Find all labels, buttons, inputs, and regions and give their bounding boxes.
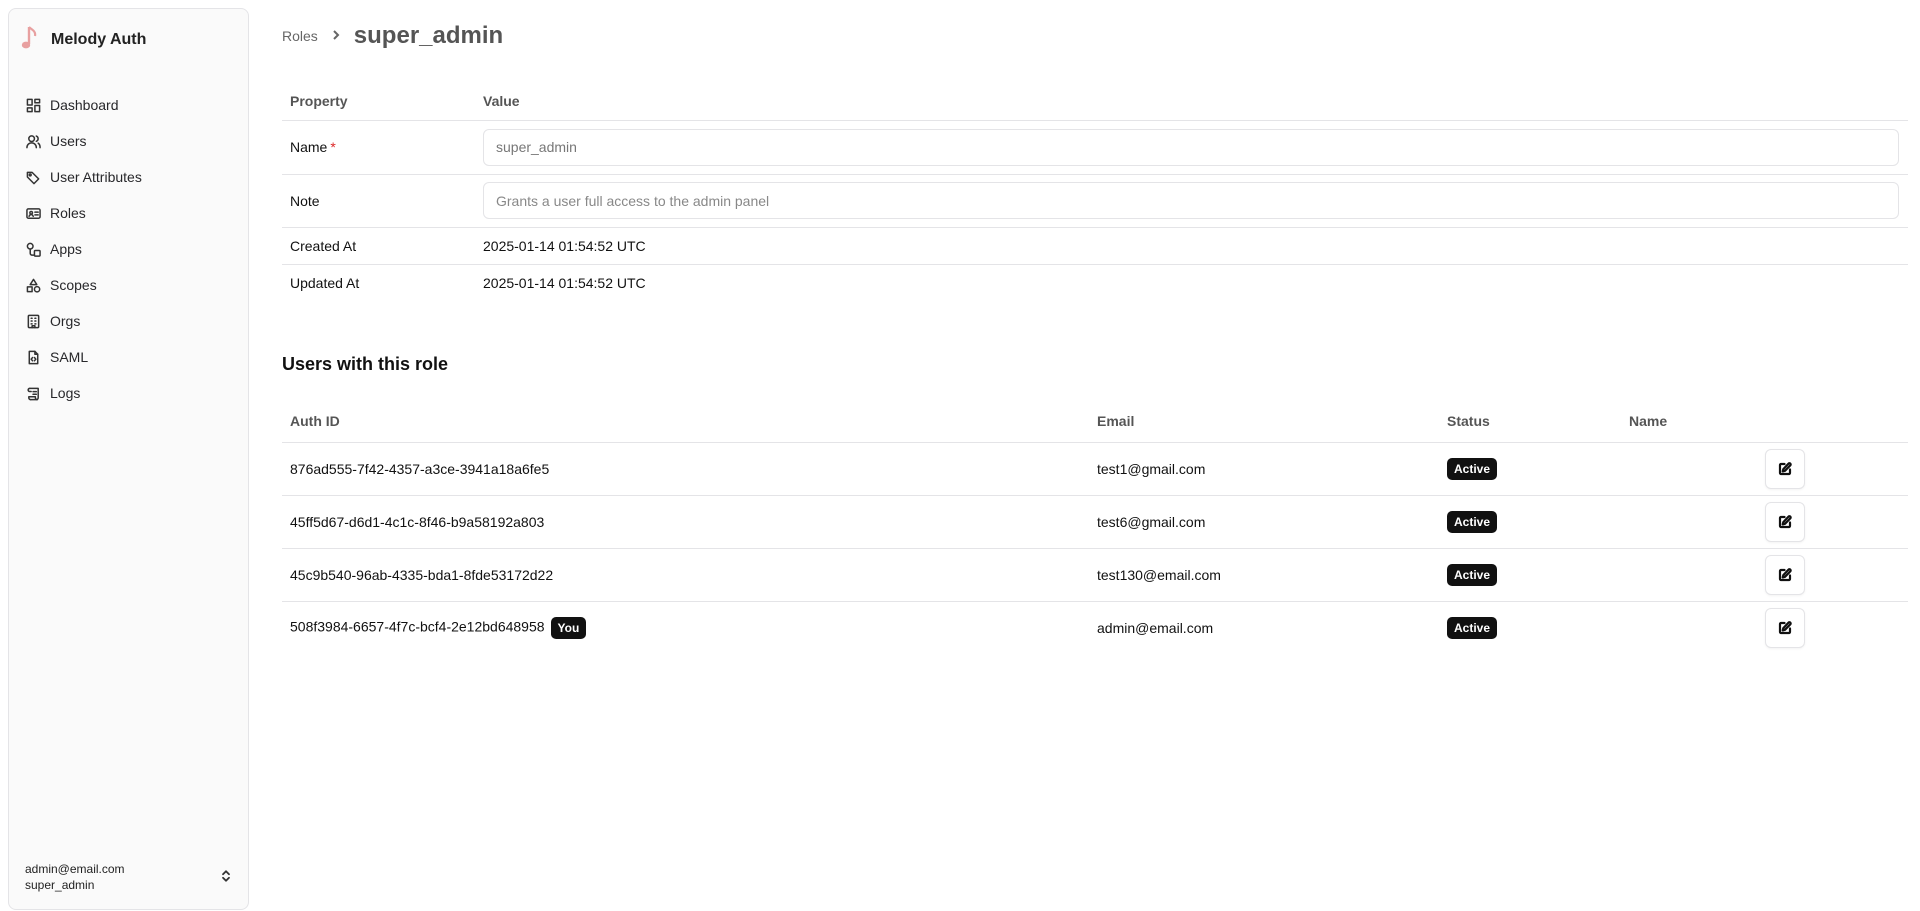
file-code-icon <box>25 349 41 365</box>
apps-icon <box>25 241 41 257</box>
edit-user-button[interactable] <box>1765 607 1805 648</box>
users-icon <box>25 133 41 149</box>
tag-icon <box>25 169 41 185</box>
id-card-icon <box>25 205 41 221</box>
page-title: super_admin <box>353 22 504 49</box>
actions-cell <box>1757 548 1908 602</box>
header-actions <box>1757 400 1908 443</box>
breadcrumb: Roles super_admin <box>282 22 503 50</box>
required-mark: * <box>330 139 336 155</box>
sidebar-item-label: Users <box>50 133 87 149</box>
section-title: Users with this role <box>282 354 449 374</box>
email-cell: test6@gmail.com <box>1089 495 1439 549</box>
table-row: 45c9b540-96ab-4335-bda1-8fde53172d22 tes… <box>282 548 1908 602</box>
edit-icon <box>1778 620 1792 635</box>
note-label: Note <box>282 174 475 228</box>
table-row: 45ff5d67-d6d1-4c1c-8f46-b9a58192a803 tes… <box>282 495 1908 549</box>
updated-at-label: Updated At <box>290 274 360 291</box>
edit-icon <box>1778 461 1792 476</box>
created-at-label: Created At <box>282 227 475 265</box>
header-status: Status <box>1439 400 1621 443</box>
sidebar-item-label: Scopes <box>50 277 97 293</box>
edit-icon <box>1778 567 1792 582</box>
sidebar-item-apps[interactable]: Apps <box>17 231 241 267</box>
name-cell <box>1621 495 1757 549</box>
shapes-icon <box>25 277 41 293</box>
dashboard-icon <box>25 97 41 113</box>
name-input[interactable] <box>483 128 1899 166</box>
actions-cell <box>1757 442 1908 496</box>
account-email: admin@email.com <box>25 862 125 876</box>
sidebar-item-label: Apps <box>50 241 82 257</box>
name-cell <box>1621 601 1757 654</box>
sidebar-item-logs[interactable]: Logs <box>17 375 241 411</box>
sidebar: Melody Auth Dashboard Users User Attribu… <box>8 8 249 910</box>
updated-at-value: 2025-01-14 01:54:52 UTC <box>483 274 646 291</box>
email-cell: test1@gmail.com <box>1089 442 1439 496</box>
header-value: Value <box>475 82 1908 121</box>
you-badge: You <box>550 616 587 639</box>
sidebar-item-label: SAML <box>50 349 89 365</box>
status-badge: Active <box>1447 563 1498 586</box>
sidebar-item-dashboard[interactable]: Dashboard <box>17 87 241 123</box>
music-note-icon <box>21 25 39 54</box>
status-badge: Active <box>1447 510 1498 533</box>
header-email: Email <box>1089 400 1439 443</box>
edit-user-button[interactable] <box>1765 554 1805 595</box>
status-cell: Active <box>1439 442 1621 496</box>
sidebar-nav: Dashboard Users User Attributes Roles Ap… <box>17 87 241 411</box>
status-cell: Active <box>1439 601 1621 654</box>
edit-icon <box>1778 514 1792 529</box>
edit-user-button[interactable] <box>1765 448 1805 489</box>
auth-id-cell: 508f3984-6657-4f7c-bcf4-2e12bd648958 You <box>282 601 1089 654</box>
sidebar-item-users[interactable]: Users <box>17 123 241 159</box>
actions-cell <box>1757 495 1908 549</box>
auth-id-cell: 45c9b540-96ab-4335-bda1-8fde53172d22 <box>282 548 1089 602</box>
actions-cell <box>1757 601 1908 654</box>
header-property: Property <box>282 82 475 121</box>
users-with-role-table: Auth ID Email Status Name 876ad555-7f42-… <box>282 400 1908 654</box>
breadcrumb-roles-link[interactable]: Roles <box>282 28 318 44</box>
app-name: Melody Auth <box>51 30 147 48</box>
sidebar-item-label: Dashboard <box>50 97 119 113</box>
auth-id-cell: 876ad555-7f42-4357-a3ce-3941a18a6fe5 <box>282 442 1089 496</box>
chevrons-up-down-icon <box>219 869 233 886</box>
table-row: 876ad555-7f42-4357-a3ce-3941a18a6fe5 tes… <box>282 442 1908 496</box>
sidebar-item-saml[interactable]: SAML <box>17 339 241 375</box>
created-at-value: 2025-01-14 01:54:52 UTC <box>475 227 1908 265</box>
status-badge: Active <box>1447 616 1498 639</box>
status-cell: Active <box>1439 495 1621 549</box>
sidebar-item-label: User Attributes <box>50 169 142 185</box>
note-input[interactable] <box>483 182 1899 219</box>
status-cell: Active <box>1439 548 1621 602</box>
sidebar-item-label: Roles <box>50 205 86 221</box>
scroll-icon <box>25 385 41 401</box>
chevron-right-icon <box>330 28 342 44</box>
account-role: super_admin <box>25 878 95 892</box>
header-name: Name <box>1621 400 1757 443</box>
sidebar-item-label: Logs <box>50 385 81 401</box>
sidebar-item-orgs[interactable]: Orgs <box>17 303 241 339</box>
table-row: 508f3984-6657-4f7c-bcf4-2e12bd648958 You … <box>282 601 1908 654</box>
auth-id-cell: 45ff5d67-d6d1-4c1c-8f46-b9a58192a803 <box>282 495 1089 549</box>
name-cell <box>1621 548 1757 602</box>
role-properties-table: Property Value Name* Note Created At 202… <box>282 82 1908 301</box>
account-switcher[interactable]: admin@email.com super_admin <box>17 859 241 895</box>
account-info: admin@email.com super_admin <box>25 861 125 893</box>
name-cell <box>1621 442 1757 496</box>
header-auth-id: Auth ID <box>282 400 1089 443</box>
status-badge: Active <box>1447 457 1498 480</box>
sidebar-item-user-attributes[interactable]: User Attributes <box>17 159 241 195</box>
name-label: Name * <box>282 120 475 175</box>
email-cell: test130@email.com <box>1089 548 1439 602</box>
sidebar-item-label: Orgs <box>50 313 81 329</box>
sidebar-item-roles[interactable]: Roles <box>17 195 241 231</box>
sidebar-item-scopes[interactable]: Scopes <box>17 267 241 303</box>
building-icon <box>25 313 41 329</box>
brand[interactable]: Melody Auth <box>21 25 146 54</box>
edit-user-button[interactable] <box>1765 501 1805 542</box>
email-cell: admin@email.com <box>1097 619 1214 636</box>
